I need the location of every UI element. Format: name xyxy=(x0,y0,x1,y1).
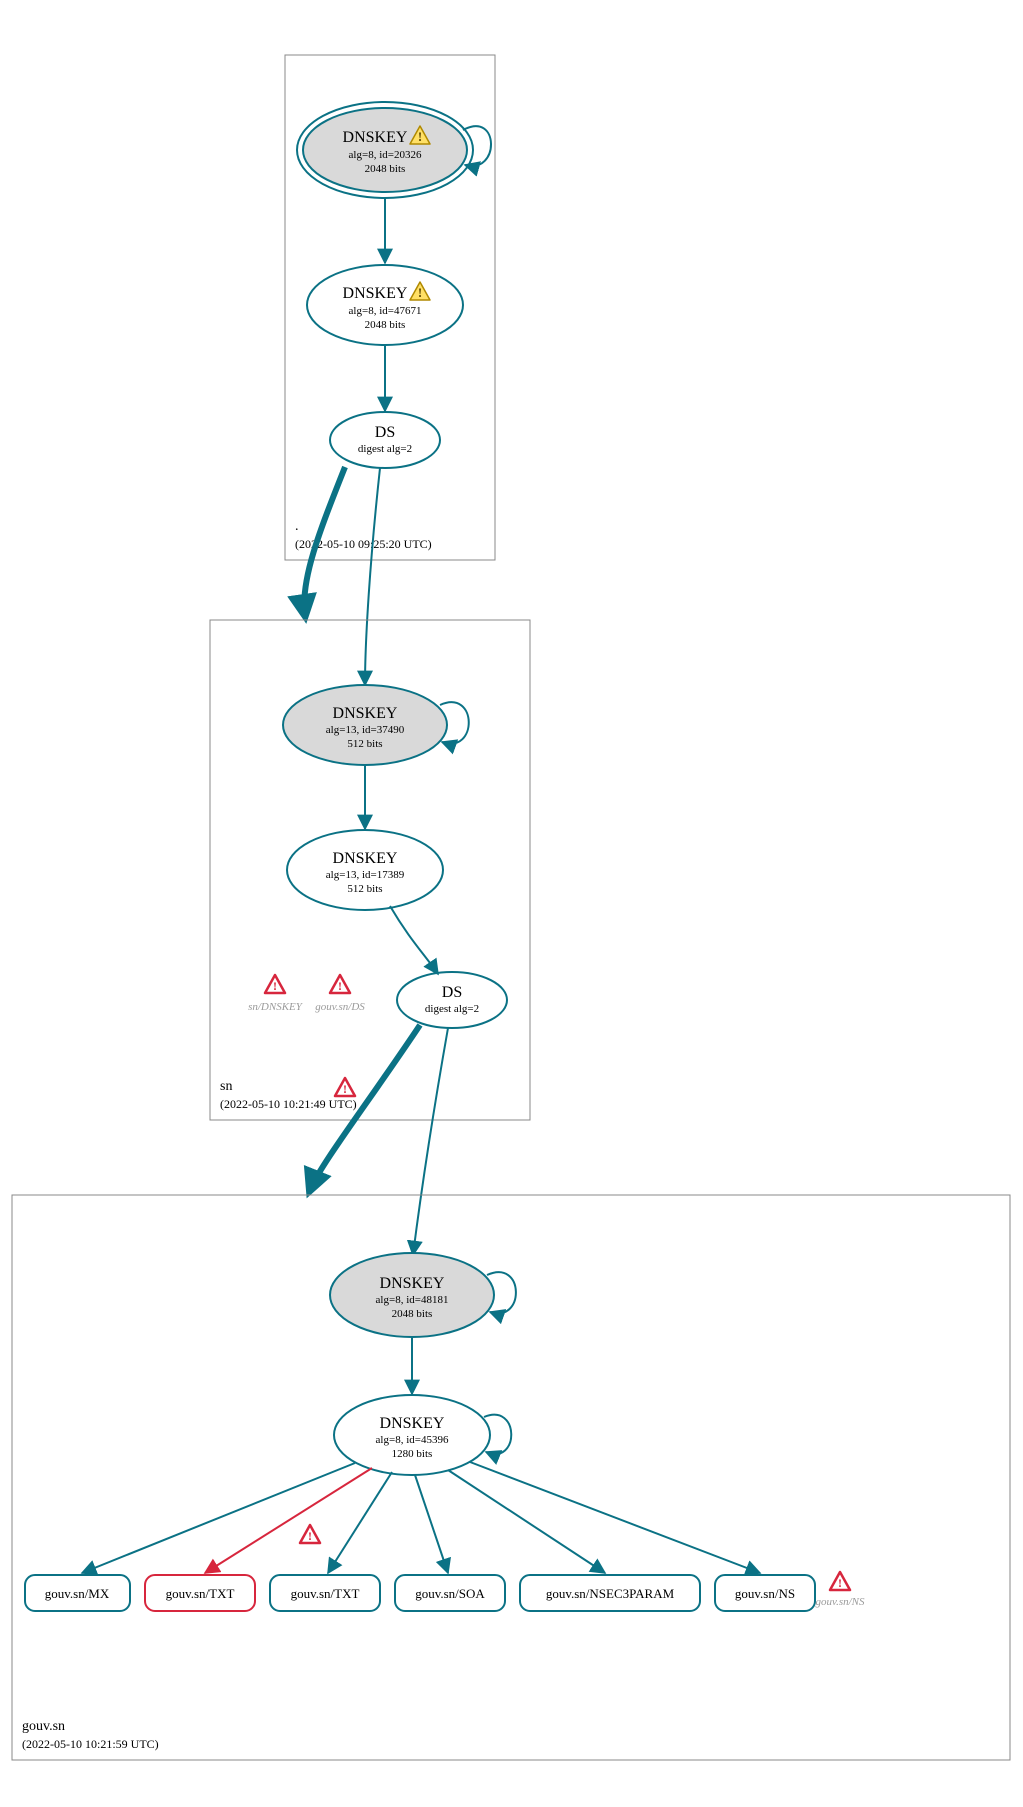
sn-zsk-title: DNSKEY xyxy=(333,850,398,867)
root-ksk-alg: alg=8, id=20326 xyxy=(349,149,422,161)
sn-zsk-alg: alg=13, id=17389 xyxy=(326,869,405,881)
node-sn-ds[interactable]: DS digest alg=2 xyxy=(397,972,507,1028)
edge-zsk-nsec xyxy=(448,1470,605,1573)
record-soa[interactable]: gouv.sn/SOA xyxy=(395,1575,505,1611)
gouv-ksk-title: DNSKEY xyxy=(380,1275,445,1292)
record-soa-label: gouv.sn/SOA xyxy=(415,1586,485,1601)
gouv-zsk-alg: alg=8, id=45396 xyxy=(376,1434,449,1446)
ghost-gouv-ds: gouv.sn/DS xyxy=(315,1001,365,1013)
record-ns[interactable]: gouv.sn/NS xyxy=(715,1575,815,1611)
root-zsk-alg: alg=8, id=47671 xyxy=(349,305,422,317)
root-ds-title: DS xyxy=(375,424,395,441)
error-icon xyxy=(265,975,285,993)
sn-ksk-title: DNSKEY xyxy=(333,705,398,722)
sn-ds-title: DS xyxy=(442,984,462,1001)
node-root-zsk[interactable]: DNSKEY alg=8, id=47671 2048 bits xyxy=(307,265,463,345)
node-root-ds[interactable]: DS digest alg=2 xyxy=(330,412,440,468)
edge-zsk-soa xyxy=(415,1475,448,1573)
zone-root-name: . xyxy=(295,519,299,534)
ghost-sn-dnskey: sn/DNSKEY xyxy=(248,1001,304,1013)
sn-ksk-bits: 512 bits xyxy=(347,738,382,750)
record-txt2-label: gouv.sn/TXT xyxy=(291,1586,360,1601)
record-txt[interactable]: gouv.sn/TXT xyxy=(270,1575,380,1611)
ghost-gouv-ns: gouv.sn/NS xyxy=(816,1596,865,1608)
edge-zsk-ns xyxy=(470,1462,760,1573)
zone-sn-timestamp: (2022-05-10 10:21:49 UTC) xyxy=(220,1097,357,1111)
gouv-ksk-alg: alg=8, id=48181 xyxy=(376,1294,449,1306)
node-sn-ksk[interactable]: DNSKEY alg=13, id=37490 512 bits xyxy=(283,685,447,765)
gouv-zsk-title: DNSKEY xyxy=(380,1415,445,1432)
zone-sn: sn (2022-05-10 10:21:49 UTC) DNSKEY alg=… xyxy=(210,620,530,1120)
root-zsk-title: DNSKEY xyxy=(343,285,408,302)
root-ksk-title: DNSKEY xyxy=(343,129,408,146)
record-txt-error[interactable]: gouv.sn/TXT xyxy=(145,1575,255,1611)
zone-root: . (2022-05-10 09:25:20 UTC) DNSKEY alg=8… xyxy=(285,55,495,560)
zone-gouv: gouv.sn (2022-05-10 10:21:59 UTC) DNSKEY… xyxy=(12,1195,1010,1760)
sn-zsk-bits: 512 bits xyxy=(347,883,382,895)
edge-zsk-txt xyxy=(328,1472,392,1573)
root-zsk-bits: 2048 bits xyxy=(365,319,406,331)
edge-zsk-mx xyxy=(82,1463,355,1573)
edge-sn-ds-gouv-ksk xyxy=(413,1028,448,1255)
root-ksk-bits: 2048 bits xyxy=(365,163,406,175)
record-txt1-label: gouv.sn/TXT xyxy=(166,1586,235,1601)
edge-zsk-txt-error xyxy=(205,1468,372,1573)
zone-gouv-name: gouv.sn xyxy=(22,1719,65,1734)
zone-gouv-timestamp: (2022-05-10 10:21:59 UTC) xyxy=(22,1737,159,1751)
record-mx-label: gouv.sn/MX xyxy=(45,1586,110,1601)
record-nsec3param[interactable]: gouv.sn/NSEC3PARAM xyxy=(520,1575,700,1611)
error-icon xyxy=(300,1525,320,1543)
record-nsec-label: gouv.sn/NSEC3PARAM xyxy=(546,1586,675,1601)
node-root-ksk[interactable]: DNSKEY alg=8, id=20326 2048 bits xyxy=(297,102,473,198)
edge-sn-zsk-ds xyxy=(390,906,438,974)
record-mx[interactable]: gouv.sn/MX xyxy=(25,1575,130,1611)
error-icon xyxy=(335,1078,355,1096)
edge-root-ds-sn-ksk xyxy=(365,468,380,685)
gouv-ksk-bits: 2048 bits xyxy=(392,1308,433,1320)
node-sn-zsk[interactable]: DNSKEY alg=13, id=17389 512 bits xyxy=(287,830,443,910)
node-gouv-zsk[interactable]: DNSKEY alg=8, id=45396 1280 bits xyxy=(334,1395,490,1475)
gouv-zsk-bits: 1280 bits xyxy=(392,1448,433,1460)
root-ds-alg: digest alg=2 xyxy=(358,443,412,455)
zone-sn-name: sn xyxy=(220,1079,232,1094)
error-icon xyxy=(830,1572,850,1590)
record-ns-label: gouv.sn/NS xyxy=(735,1586,795,1601)
node-gouv-ksk[interactable]: DNSKEY alg=8, id=48181 2048 bits xyxy=(330,1253,494,1337)
sn-ds-alg: digest alg=2 xyxy=(425,1003,479,1015)
error-icon xyxy=(330,975,350,993)
sn-ksk-alg: alg=13, id=37490 xyxy=(326,724,405,736)
